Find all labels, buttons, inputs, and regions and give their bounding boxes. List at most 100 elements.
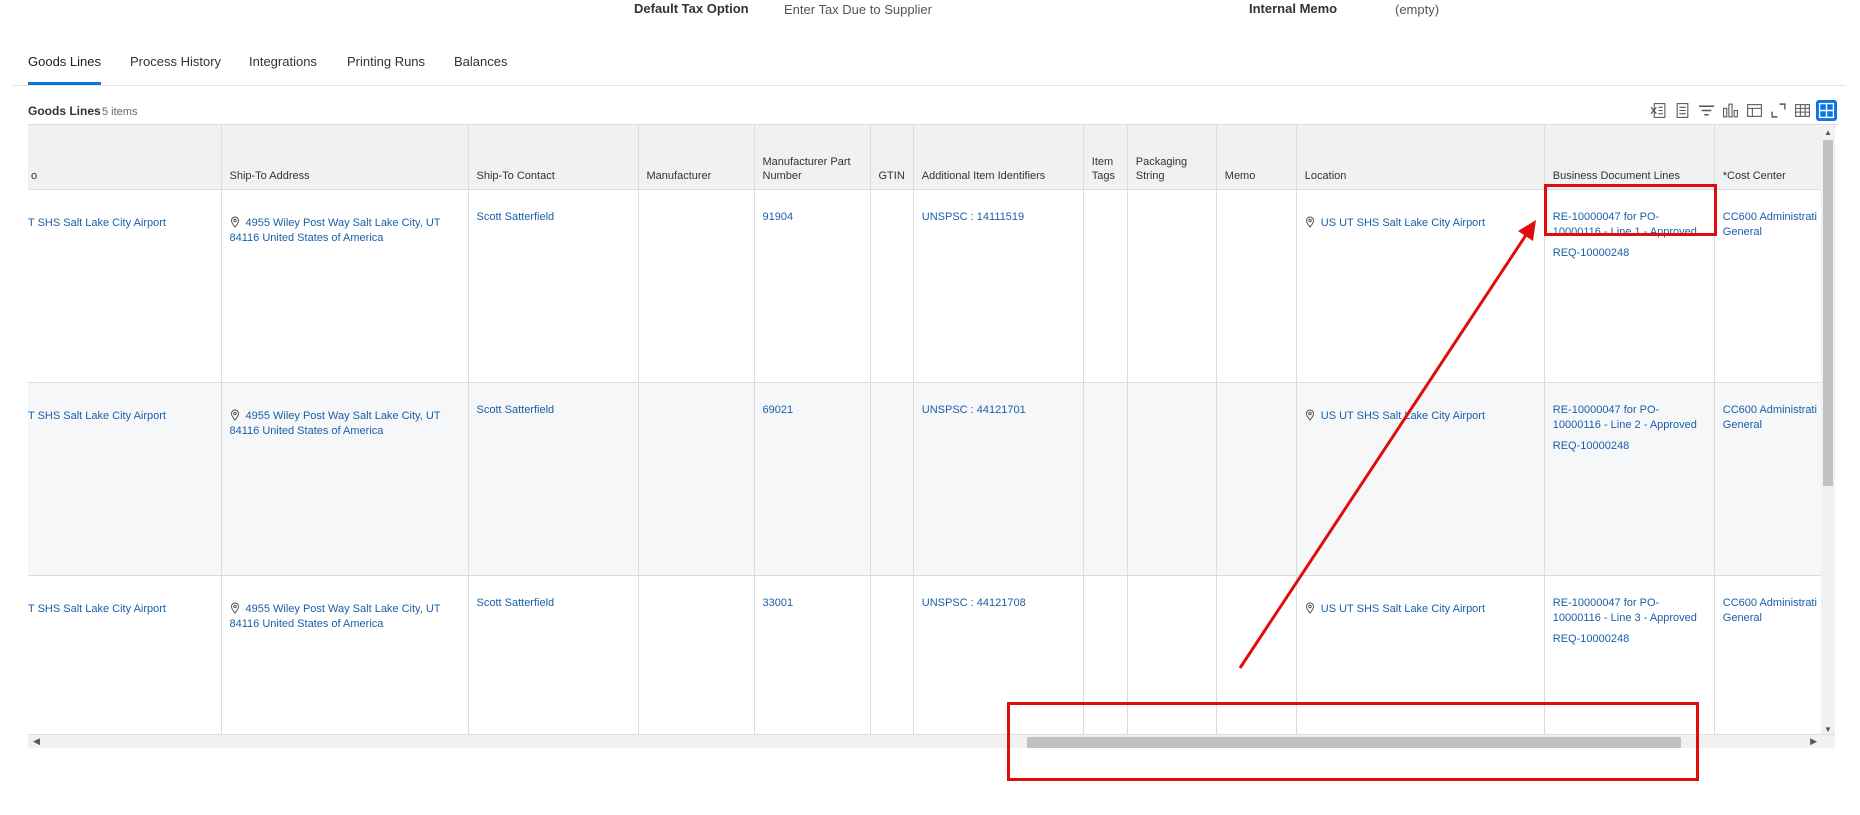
horizontal-scrollbar[interactable]: ◀ ▶ — [28, 734, 1835, 748]
cost-center-link[interactable]: CC600 Administrati General — [1723, 211, 1817, 238]
cell-memo — [1216, 382, 1297, 576]
col-header-gtin[interactable]: GTIN — [870, 125, 914, 190]
business-document-line-link[interactable]: RE-10000047 for PO-10000116 - Line 3 - A… — [1553, 597, 1697, 624]
cell-ship-to: T SHS Salt Lake City Airport — [28, 382, 222, 576]
tab-printing-runs[interactable]: Printing Runs — [347, 54, 425, 85]
address-link[interactable]: 4955 Wiley Post Way Salt Lake City, UT 8… — [230, 217, 441, 244]
location-pin-icon — [1305, 601, 1315, 614]
cell-address: 4955 Wiley Post Way Salt Lake City, UT 8… — [221, 189, 469, 383]
scroll-right-icon[interactable]: ▶ — [1810, 736, 1817, 747]
cell-packaging — [1127, 189, 1217, 383]
table-row: T SHS Salt Lake City Airport 4955 Wiley … — [28, 189, 1835, 383]
section-count: 5 items — [102, 106, 138, 118]
cell-cost-center: CC600 Administrati General — [1714, 189, 1835, 383]
cell-contact: Scott Satterfield — [468, 189, 639, 383]
cell-gtin — [870, 575, 914, 738]
cell-location: US UT SHS Salt Lake City Airport — [1296, 189, 1545, 383]
ship-to-link[interactable]: T SHS Salt Lake City Airport — [28, 217, 166, 229]
goods-lines-table: o Ship-To Address Ship-To Contact Manufa… — [28, 125, 1835, 738]
cost-center-link[interactable]: CC600 Administrati General — [1723, 404, 1817, 431]
scroll-down-icon[interactable]: ▼ — [1824, 725, 1832, 734]
scroll-left-icon[interactable]: ◀ — [33, 736, 40, 747]
cell-item-tags — [1083, 189, 1128, 383]
part-number-link[interactable]: 33001 — [763, 597, 794, 609]
col-header-manufacturer[interactable]: Manufacturer — [638, 125, 755, 190]
column-chooser-icon[interactable] — [1744, 100, 1765, 121]
ship-to-link[interactable]: T SHS Salt Lake City Airport — [28, 603, 166, 615]
requisition-link[interactable]: REQ-10000248 — [1553, 632, 1706, 647]
table-view-icon[interactable] — [1792, 100, 1813, 121]
chart-icon[interactable] — [1720, 100, 1741, 121]
col-header-cost-center[interactable]: *Cost Center — [1714, 125, 1835, 190]
cell-address: 4955 Wiley Post Way Salt Lake City, UT 8… — [221, 575, 469, 738]
table-row: T SHS Salt Lake City Airport 4955 Wiley … — [28, 382, 1835, 576]
cell-ship-to: T SHS Salt Lake City Airport — [28, 189, 222, 383]
address-link[interactable]: 4955 Wiley Post Way Salt Lake City, UT 8… — [230, 410, 441, 437]
vertical-scroll-thumb[interactable] — [1823, 140, 1833, 486]
cost-center-link[interactable]: CC600 Administrati General — [1723, 597, 1817, 624]
goods-lines-grid: o Ship-To Address Ship-To Contact Manufa… — [28, 124, 1838, 738]
cell-identifiers: UNSPSC : 44121708 — [913, 575, 1084, 738]
location-pin-icon — [230, 408, 240, 421]
cell-manufacturer — [638, 575, 755, 738]
location-pin-icon — [1305, 408, 1315, 421]
col-header-location[interactable]: Location — [1296, 125, 1545, 190]
cell-item-tags — [1083, 575, 1128, 738]
col-header-additional-item-identifiers[interactable]: Additional Item Identifiers — [913, 125, 1084, 190]
tab-integrations[interactable]: Integrations — [249, 54, 317, 85]
cell-address: 4955 Wiley Post Way Salt Lake City, UT 8… — [221, 382, 469, 576]
location-pin-icon — [230, 215, 240, 228]
col-header-manufacturer-part-number[interactable]: Manufacturer Part Number — [754, 125, 871, 190]
part-number-link[interactable]: 69021 — [763, 404, 794, 416]
address-link[interactable]: 4955 Wiley Post Way Salt Lake City, UT 8… — [230, 603, 441, 630]
requisition-link[interactable]: REQ-10000248 — [1553, 246, 1706, 261]
cell-identifiers: UNSPSC : 44121701 — [913, 382, 1084, 576]
cell-business-document-lines: RE-10000047 for PO-10000116 - Line 3 - A… — [1544, 575, 1715, 738]
fullscreen-icon[interactable] — [1768, 100, 1789, 121]
tab-balances[interactable]: Balances — [454, 54, 507, 85]
identifier-link[interactable]: UNSPSC : 14111519 — [922, 211, 1024, 223]
cell-contact: Scott Satterfield — [468, 382, 639, 576]
col-header-business-document-lines[interactable]: Business Document Lines — [1544, 125, 1715, 190]
internal-memo-label: Internal Memo — [1249, 1, 1338, 16]
location-pin-icon — [1305, 215, 1315, 228]
filter-icon[interactable] — [1696, 100, 1717, 121]
col-header-packaging-string[interactable]: Packaging String — [1127, 125, 1217, 190]
part-number-link[interactable]: 91904 — [763, 211, 794, 223]
cell-packaging — [1127, 382, 1217, 576]
cell-contact: Scott Satterfield — [468, 575, 639, 738]
vertical-scrollbar[interactable]: ▲ ▼ — [1821, 128, 1835, 734]
contact-link[interactable]: Scott Satterfield — [477, 404, 555, 416]
col-header-ship-to[interactable]: o — [28, 125, 222, 190]
horizontal-scroll-thumb[interactable] — [1027, 737, 1681, 748]
export-excel-icon[interactable] — [1648, 100, 1669, 121]
grid-toolbar — [1648, 98, 1837, 122]
location-link[interactable]: US UT SHS Salt Lake City Airport — [1321, 603, 1485, 615]
ship-to-link[interactable]: T SHS Salt Lake City Airport — [28, 410, 166, 422]
grid-view-icon[interactable] — [1816, 99, 1837, 121]
contact-link[interactable]: Scott Satterfield — [477, 211, 555, 223]
location-link[interactable]: US UT SHS Salt Lake City Airport — [1321, 217, 1485, 229]
col-header-ship-to-contact[interactable]: Ship-To Contact — [468, 125, 639, 190]
location-link[interactable]: US UT SHS Salt Lake City Airport — [1321, 410, 1485, 422]
identifier-link[interactable]: UNSPSC : 44121701 — [922, 404, 1026, 416]
tab-goods-lines[interactable]: Goods Lines — [28, 54, 101, 85]
export-pdf-icon[interactable] — [1672, 100, 1693, 121]
cell-manufacturer — [638, 382, 755, 576]
business-document-line-link[interactable]: RE-10000047 for PO-10000116 - Line 1 - A… — [1553, 211, 1697, 238]
cell-gtin — [870, 189, 914, 383]
requisition-link[interactable]: REQ-10000248 — [1553, 439, 1706, 454]
col-header-item-tags[interactable]: Item Tags — [1083, 125, 1128, 190]
cell-part-number: 69021 — [754, 382, 871, 576]
scroll-up-icon[interactable]: ▲ — [1824, 128, 1832, 137]
cell-item-tags — [1083, 382, 1128, 576]
col-header-memo[interactable]: Memo — [1216, 125, 1297, 190]
contact-link[interactable]: Scott Satterfield — [477, 597, 555, 609]
col-header-ship-to-address[interactable]: Ship-To Address — [221, 125, 469, 190]
tab-process-history[interactable]: Process History — [130, 54, 221, 85]
business-document-line-link[interactable]: RE-10000047 for PO-10000116 - Line 2 - A… — [1553, 404, 1697, 431]
cell-gtin — [870, 382, 914, 576]
identifier-link[interactable]: UNSPSC : 44121708 — [922, 597, 1026, 609]
cell-memo — [1216, 189, 1297, 383]
cell-business-document-lines: RE-10000047 for PO-10000116 - Line 2 - A… — [1544, 382, 1715, 576]
